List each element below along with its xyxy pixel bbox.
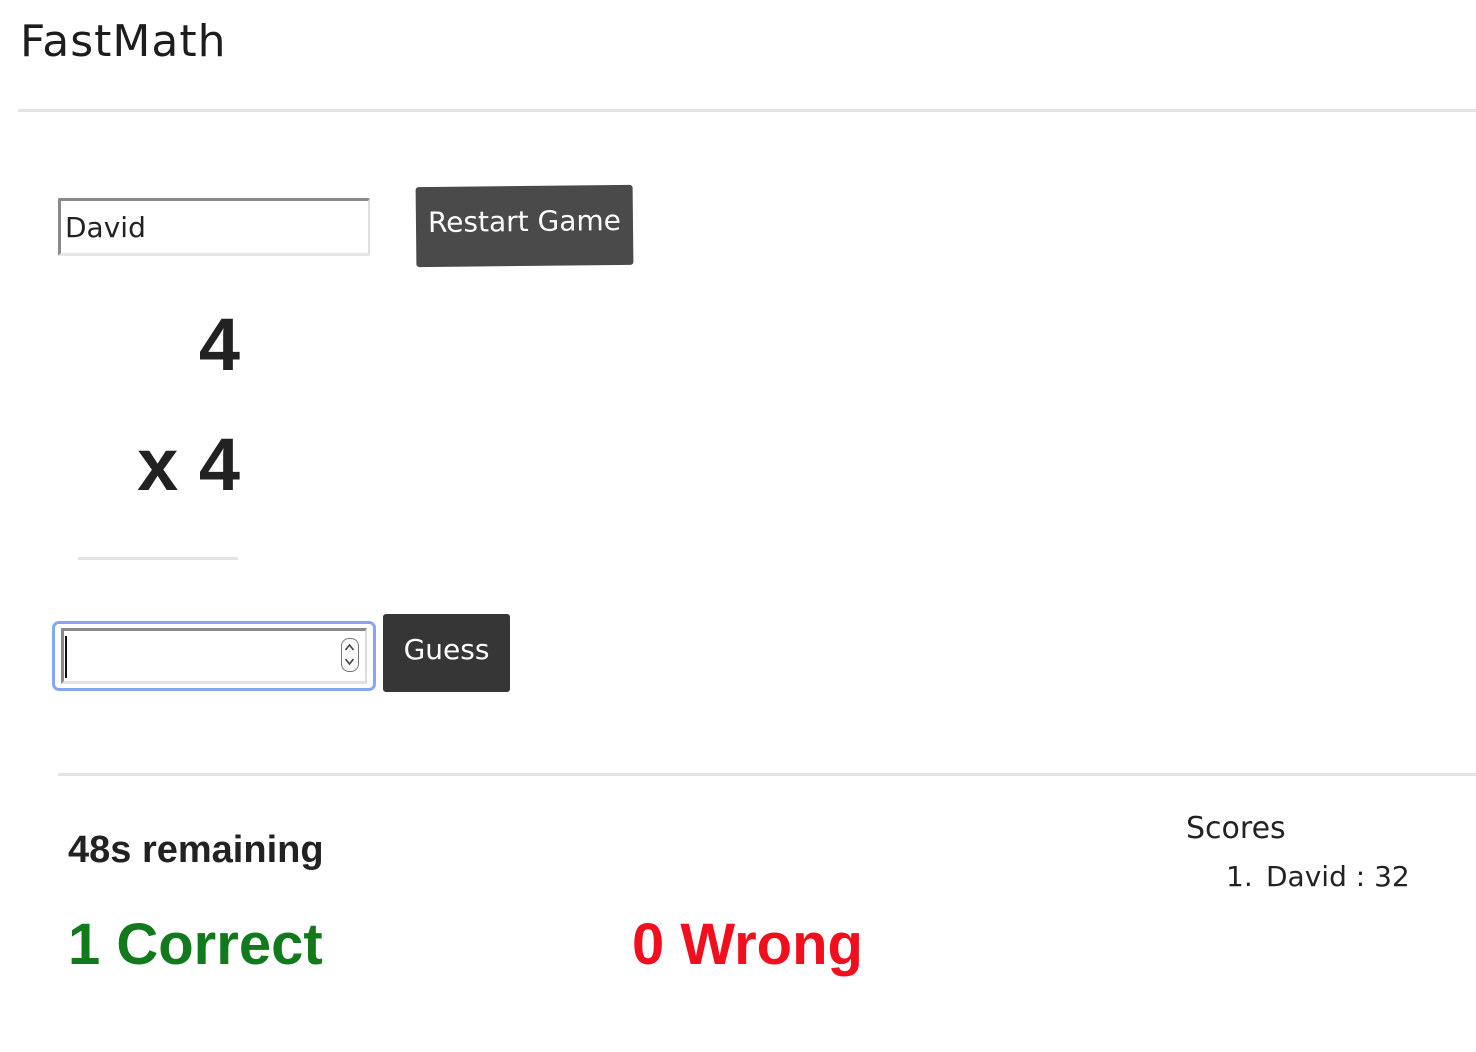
operand-top: 4 <box>198 303 240 386</box>
header-divider <box>18 109 1476 112</box>
score-entry: 1. David : 32 <box>1226 856 1410 898</box>
number-spinner-icon[interactable] <box>341 638 359 672</box>
correct-count: 1 Correct <box>68 912 323 977</box>
text-caret <box>65 636 67 678</box>
guess-button[interactable]: Guess <box>383 614 510 692</box>
page: FastMath Restart Game 4 x 4 Guess 48s re… <box>0 0 1476 1052</box>
score-rank: 1. <box>1226 860 1253 893</box>
app-title: FastMath <box>20 16 227 67</box>
results-divider <box>58 773 1476 776</box>
scores-heading: Scores <box>1186 811 1286 846</box>
scores-list: 1. David : 32 <box>1226 856 1410 898</box>
time-remaining: 48s remaining <box>68 829 324 871</box>
restart-game-button[interactable]: Restart Game <box>415 184 634 268</box>
problem-divider <box>78 557 238 560</box>
player-name-input[interactable] <box>58 198 370 256</box>
answer-input[interactable] <box>61 628 367 684</box>
wrong-count: 0 Wrong <box>632 912 863 977</box>
operand-bottom: x 4 <box>137 423 240 506</box>
score-text: David : 32 <box>1266 860 1410 893</box>
answer-focus-ring <box>52 621 376 691</box>
